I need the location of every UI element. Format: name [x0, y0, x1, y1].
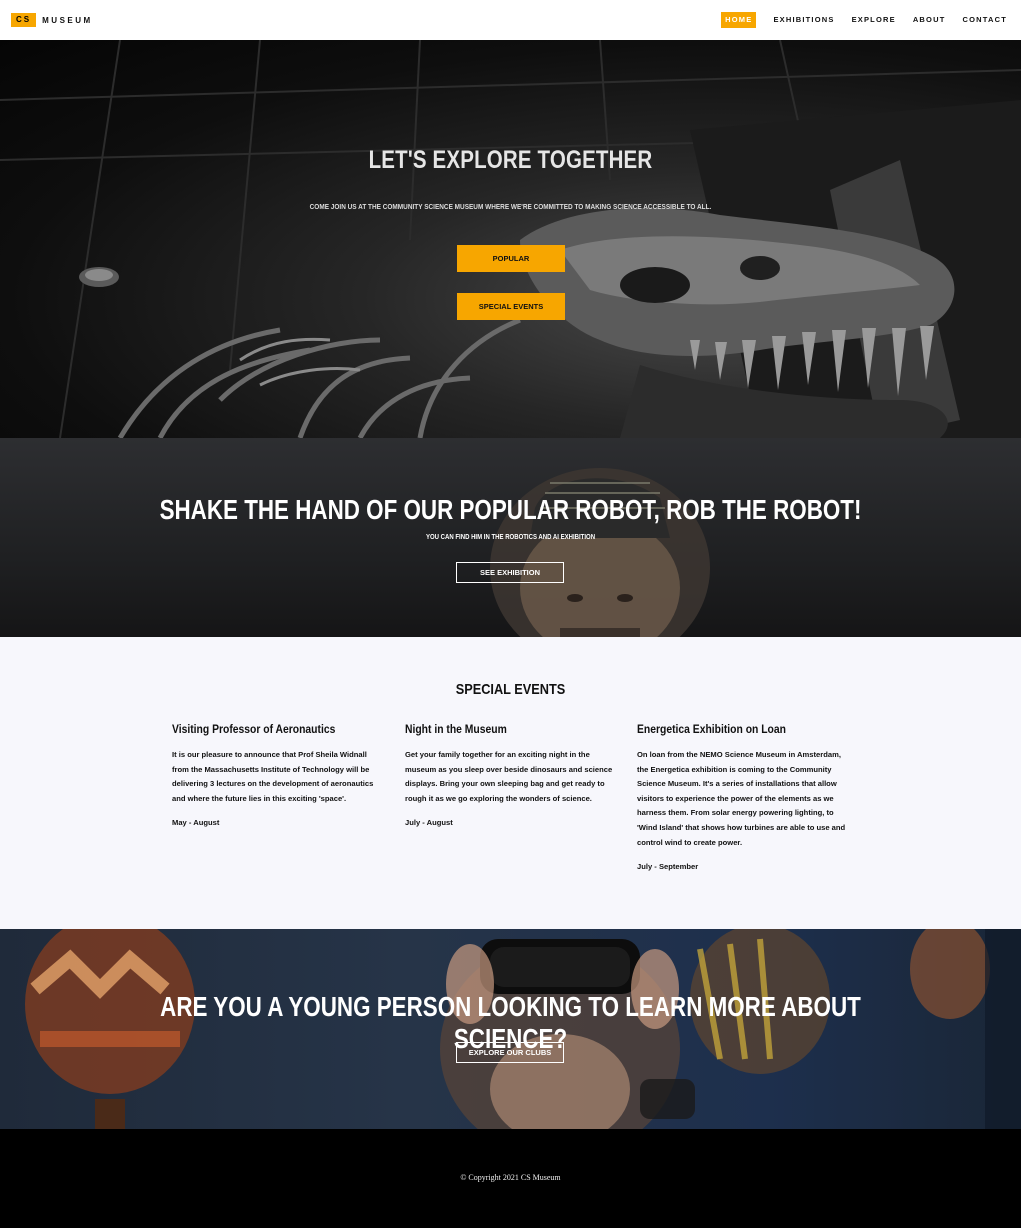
event-title: Night in the Museum [405, 724, 507, 736]
logo[interactable]: CS MUSEUM [11, 13, 93, 27]
nav-link-about[interactable]: ABOUT [913, 12, 946, 28]
robot-title: SHAKE THE HAND OF OUR POPULAR ROBOT, ROB… [159, 494, 862, 525]
hero-title: LET'S EXPLORE TOGETHER [368, 146, 653, 174]
dinosaur-skeleton-image [0, 40, 1021, 438]
event-title: Visiting Professor of Aeronautics [172, 724, 336, 736]
event-title: Energetica Exhibition on Loan [637, 724, 786, 736]
logo-text: MUSEUM [42, 15, 93, 25]
logo-badge: CS [11, 13, 37, 27]
special-events-section: SPECIAL EVENTS Visiting Professor of Aer… [0, 637, 1021, 929]
robot-section: SHAKE THE HAND OF OUR POPULAR ROBOT, ROB… [0, 438, 1021, 637]
nav-link-home[interactable]: HOME [721, 12, 757, 28]
event-date: July - August [405, 818, 453, 828]
event-body: On loan from the NEMO Science Museum in … [637, 750, 846, 847]
see-exhibition-button[interactable]: SEE EXHIBITION [456, 562, 564, 583]
event-body: It is our pleasure to announce that Prof… [172, 750, 374, 803]
event-date: May - August [172, 818, 220, 828]
hero-section: LET'S EXPLORE TOGETHER COME JOIN US AT T… [0, 40, 1021, 438]
hero-subtitle: COME JOIN US AT THE COMMUNITY SCIENCE MU… [309, 202, 712, 211]
events-title: SPECIAL EVENTS [455, 681, 566, 698]
nav-link-contact[interactable]: CONTACT [962, 12, 1007, 28]
nav-link-explore[interactable]: EXPLORE [852, 12, 896, 28]
event-card: Visiting Professor of Aeronautics It is … [172, 724, 384, 827]
youth-section: ARE YOU A YOUNG PERSON LOOKING TO LEARN … [0, 929, 1021, 1129]
copyright-text: © Copyright 2021 CS Museum [460, 1173, 561, 1182]
nav-links: HOME EXHIBITIONS EXPLORE ABOUT CONTACT [704, 12, 1007, 28]
special-events-button[interactable]: SPECIAL EVENTS [457, 293, 565, 320]
explore-clubs-button[interactable]: EXPLORE OUR CLUBS [456, 1042, 564, 1063]
event-body: Get your family together for an exciting… [405, 750, 613, 803]
robot-subtitle: YOU CAN FIND HIM IN THE ROBOTICS AND AI … [425, 534, 596, 541]
event-date: July - September [637, 862, 699, 872]
popular-button[interactable]: POPULAR [457, 245, 565, 272]
top-nav: CS MUSEUM HOME EXHIBITIONS EXPLORE ABOUT… [0, 0, 1021, 40]
event-card: Energetica Exhibition on Loan On loan fr… [637, 724, 849, 871]
event-card: Night in the Museum Get your family toge… [405, 724, 617, 827]
nav-link-exhibitions[interactable]: EXHIBITIONS [773, 12, 834, 28]
footer: © Copyright 2021 CS Museum [0, 1129, 1021, 1228]
